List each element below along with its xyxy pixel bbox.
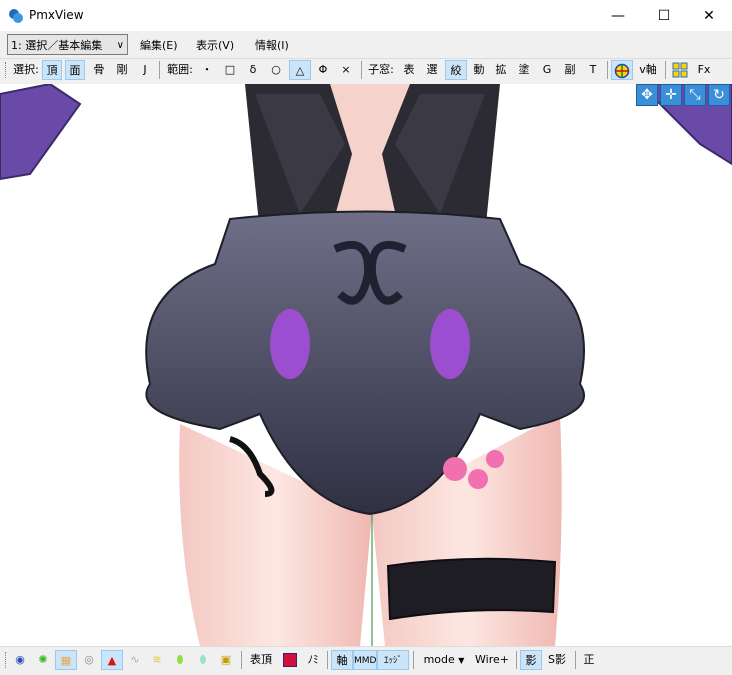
maximize-button[interactable]: ☐ (641, 0, 687, 31)
mmd-button[interactable]: MMD (353, 650, 377, 670)
grid-icon (672, 62, 688, 78)
child-table-button[interactable]: 表 (399, 60, 419, 80)
range-cross-button[interactable]: × (336, 60, 356, 80)
child-filter-button[interactable]: 絞 (445, 60, 467, 80)
crosshair-icon (614, 63, 630, 79)
fx-button[interactable]: Fx (693, 60, 715, 80)
pan-arrows-icon: ✛ (665, 87, 677, 103)
v-axis-button[interactable]: v軸 (635, 60, 661, 80)
color-swatch-icon (283, 653, 297, 667)
show-rigid-button[interactable]: ⬮ (170, 650, 190, 670)
child-t-button[interactable]: T (583, 60, 603, 80)
axis-button[interactable]: 軸 (331, 650, 353, 670)
dot-icon: ◉ (15, 653, 25, 666)
color-button[interactable] (280, 650, 300, 670)
show-vertex-button[interactable]: ◉ (10, 650, 30, 670)
select-rigid-button[interactable]: 剛 (112, 60, 132, 80)
caret-down-icon: ▼ (458, 656, 465, 665)
mode-select[interactable]: 1: 選択／基本編集 ∨ (7, 34, 128, 55)
window-title: PmxView (29, 8, 84, 22)
toolbar-divider (665, 61, 666, 79)
toolbar-divider (361, 61, 362, 79)
wire-plus-button[interactable]: Wire+ (472, 650, 512, 670)
texture-icon: ▦ (60, 654, 72, 667)
select-vertex-button[interactable]: 頂 (42, 60, 62, 80)
capsule-icon: ⬮ (176, 653, 184, 666)
child-move-button[interactable]: 動 (469, 60, 489, 80)
select-face-button[interactable]: 面 (65, 60, 85, 80)
toolbar-grip[interactable] (5, 62, 9, 78)
zoom-view-button[interactable]: ⤡ (684, 84, 706, 106)
sparkle-icon: ✺ (38, 653, 48, 666)
menu-info[interactable]: 情報(I) (255, 37, 289, 53)
ortho-button[interactable]: 正 (579, 650, 599, 670)
wave-icon: ∿ (130, 653, 140, 666)
move-arrows-icon: ✥ (641, 87, 653, 103)
select-joint-button[interactable]: J (135, 60, 155, 80)
grid-button[interactable] (670, 60, 690, 80)
bottom-divider (327, 651, 328, 669)
close-button[interactable]: ✕ (686, 0, 732, 31)
show-normal-button[interactable]: ◎ (79, 650, 99, 670)
range-delta-button[interactable]: δ (243, 60, 263, 80)
only-button[interactable]: ﾉﾐ (303, 650, 323, 670)
model-render (0, 84, 732, 646)
show-texture-button[interactable]: ▦ (55, 650, 77, 670)
minimize-button[interactable]: — (595, 0, 641, 31)
range-circle-button[interactable]: ○ (266, 60, 286, 80)
menu-view[interactable]: 表示(V) (196, 37, 234, 53)
bottom-divider (575, 651, 576, 669)
model-viewport[interactable] (0, 84, 732, 646)
move-view-button[interactable]: ✥ (636, 84, 658, 106)
capsule-icon: ⬮ (199, 653, 207, 666)
select-bone-button[interactable]: 骨 (89, 60, 109, 80)
bottom-divider (516, 651, 517, 669)
chevron-down-icon: ∨ (116, 40, 124, 51)
pmxview-app-icon (9, 9, 23, 23)
menu-edit[interactable]: 編集(E) (140, 37, 178, 53)
child-select-button[interactable]: 選 (422, 60, 442, 80)
bottom-divider (413, 651, 414, 669)
show-wire-button[interactable]: ∿ (125, 650, 145, 670)
range-triangle-button[interactable]: △ (289, 60, 311, 80)
range-point-button[interactable]: ・ (197, 60, 217, 80)
child-g-button[interactable]: G (537, 60, 557, 80)
zoom-arrow-icon: ⤡ (689, 87, 701, 103)
self-shadow-button[interactable]: S影 (544, 650, 570, 670)
child-window-label: 子窓: (368, 63, 394, 76)
render-mode-label: mode (423, 653, 455, 666)
bottom-divider (241, 651, 242, 669)
bottom-toolbar-grip[interactable] (5, 652, 9, 668)
pan-view-button[interactable]: ✛ (660, 84, 682, 106)
child-scale-button[interactable]: 拡 (491, 60, 511, 80)
range-label: 範囲: (167, 63, 193, 76)
lines-icon: ≋ (152, 653, 162, 666)
shadow-button[interactable]: 影 (520, 650, 542, 670)
axis-toggle-button[interactable] (611, 60, 633, 80)
child-paint-button[interactable]: 塗 (514, 60, 534, 80)
circle-icon: ◎ (84, 653, 94, 666)
rotate-view-button[interactable]: ↻ (708, 84, 730, 106)
render-mode-dropdown[interactable]: mode ▼ (419, 650, 469, 670)
show-uv-button[interactable]: ▣ (216, 650, 236, 670)
table-vertex-button[interactable]: 表頂 (246, 650, 276, 670)
edge-button[interactable]: ｴｯｼﾞ (377, 650, 409, 670)
range-phi-button[interactable]: Φ (313, 60, 333, 80)
show-face-button[interactable]: ▲ (101, 650, 123, 670)
show-joint-button[interactable]: ⬮ (193, 650, 213, 670)
select-label: 選択: (13, 63, 39, 76)
rotate-icon: ↻ (713, 87, 725, 103)
cube-icon: ▣ (220, 653, 232, 666)
toolbar-divider (607, 61, 608, 79)
show-morph-button[interactable]: ≋ (147, 650, 167, 670)
show-bone-button[interactable]: ✺ (33, 650, 53, 670)
range-rect-button[interactable]: □ (220, 60, 240, 80)
mode-select-value: 1: 選択／基本編集 (11, 39, 103, 52)
toolbar-divider (159, 61, 160, 79)
child-sub-button[interactable]: 副 (560, 60, 580, 80)
triangle-icon: ▲ (107, 654, 117, 667)
